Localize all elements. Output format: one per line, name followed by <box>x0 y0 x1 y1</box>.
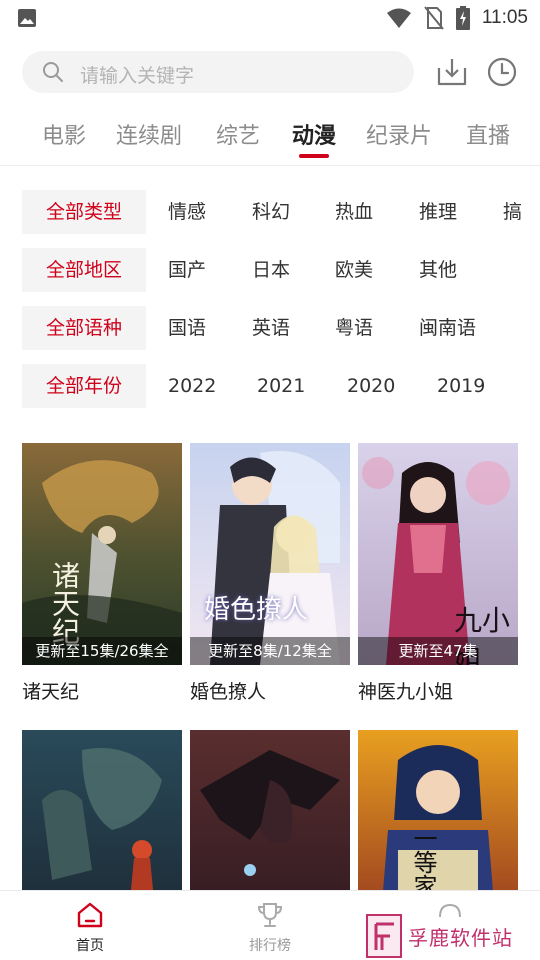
anime-card[interactable] <box>190 730 350 952</box>
watermark: 孚鹿软件站 <box>366 914 526 958</box>
search-placeholder: 请输入关键字 <box>80 65 195 87</box>
history-icon[interactable] <box>486 56 518 88</box>
filter-option[interactable]: 2021 <box>257 364 305 408</box>
nav-label: 排行榜 <box>249 938 291 954</box>
filter-all-region[interactable]: 全部地区 <box>22 248 146 292</box>
gallery-icon <box>18 9 36 27</box>
filter-option[interactable]: 粤语 <box>335 306 373 350</box>
tab-variety[interactable]: 综艺 <box>216 118 260 150</box>
battery-icon <box>455 6 470 30</box>
filter-option[interactable]: 科幻 <box>252 190 290 234</box>
update-badge: 更新至8集/12集全 <box>190 637 350 665</box>
filter-option[interactable]: 国语 <box>168 306 206 350</box>
tab-anime[interactable]: 动漫 <box>292 118 336 150</box>
anime-card[interactable] <box>22 730 182 952</box>
nav-ranking[interactable]: 排行榜 <box>220 891 320 960</box>
anime-card[interactable]: 婚色撩人 更新至8集/12集全 婚色撩人 <box>190 443 350 713</box>
trophy-icon <box>257 903 283 927</box>
wifi-icon <box>386 8 411 28</box>
filter-all-genre[interactable]: 全部类型 <box>22 190 146 234</box>
anime-card[interactable]: 诸天纪 更新至15集/26集全 诸天纪 <box>22 443 182 713</box>
poster-title-art: 婚色撩人 <box>204 595 309 625</box>
poster-title-art: 诸天纪 <box>48 561 81 645</box>
search-row: 请输入关键字 <box>0 48 540 96</box>
tab-documentary[interactable]: 纪录片 <box>366 118 432 150</box>
filter-option[interactable]: 闽南语 <box>419 306 476 350</box>
card-title: 神医九小姐 <box>358 681 454 703</box>
filter-option[interactable]: 搞 <box>503 190 522 234</box>
filter-option[interactable]: 2022 <box>168 364 216 408</box>
filter-option[interactable]: 日本 <box>252 248 290 292</box>
status-bar: 11:05 <box>0 0 540 36</box>
watermark-text: 孚鹿软件站 <box>408 926 513 950</box>
filter-row-language: 全部语种 国语 英语 粤语 闽南语 <box>0 306 540 350</box>
filter-option[interactable]: 推理 <box>419 190 457 234</box>
tab-series[interactable]: 连续剧 <box>116 118 182 150</box>
filter-row-region: 全部地区 国产 日本 欧美 其他 <box>0 248 540 292</box>
search-icon <box>43 62 63 82</box>
nav-label: 首页 <box>76 938 104 954</box>
card-title: 诸天纪 <box>22 681 80 703</box>
filter-option[interactable]: 其他 <box>419 248 457 292</box>
filter-option[interactable]: 2019 <box>437 364 485 408</box>
update-badge: 更新至15集/26集全 <box>22 637 182 665</box>
active-tab-indicator <box>299 154 329 158</box>
poster-image: 婚色撩人 更新至8集/12集全 <box>190 443 350 665</box>
card-title: 婚色撩人 <box>190 681 267 703</box>
filter-option[interactable]: 欧美 <box>335 248 373 292</box>
filter-row-genre: 全部类型 情感 科幻 热血 推理 搞 <box>0 190 540 234</box>
clock-time: 11:05 <box>481 7 528 28</box>
home-icon <box>77 902 103 928</box>
filter-option[interactable]: 热血 <box>335 190 373 234</box>
watermark-logo-icon <box>366 914 402 958</box>
anime-card[interactable]: 九小姐 更新至47集 神医九小姐 <box>358 443 518 713</box>
tab-movies[interactable]: 电影 <box>42 118 86 150</box>
tab-live[interactable]: 直播 <box>466 118 510 150</box>
category-tabs: 电影 连续剧 综艺 动漫 纪录片 直播 <box>0 110 540 166</box>
filter-option[interactable]: 国产 <box>168 248 206 292</box>
filter-option[interactable]: 情感 <box>168 190 206 234</box>
nav-home[interactable]: 首页 <box>40 891 140 960</box>
no-sim-icon <box>424 6 444 30</box>
update-badge: 更新至47集 <box>358 637 518 665</box>
filter-row-year: 全部年份 2022 2021 2020 2019 <box>0 364 540 408</box>
search-input[interactable]: 请输入关键字 <box>22 51 414 93</box>
filter-all-language[interactable]: 全部语种 <box>22 306 146 350</box>
anime-card[interactable]: 一等家丁 <box>358 730 518 952</box>
poster-image: 诸天纪 更新至15集/26集全 <box>22 443 182 665</box>
download-icon[interactable] <box>436 56 468 88</box>
filter-option[interactable]: 2020 <box>347 364 395 408</box>
filter-option[interactable]: 英语 <box>252 306 290 350</box>
filter-all-year[interactable]: 全部年份 <box>22 364 146 408</box>
poster-image: 九小姐 更新至47集 <box>358 443 518 665</box>
